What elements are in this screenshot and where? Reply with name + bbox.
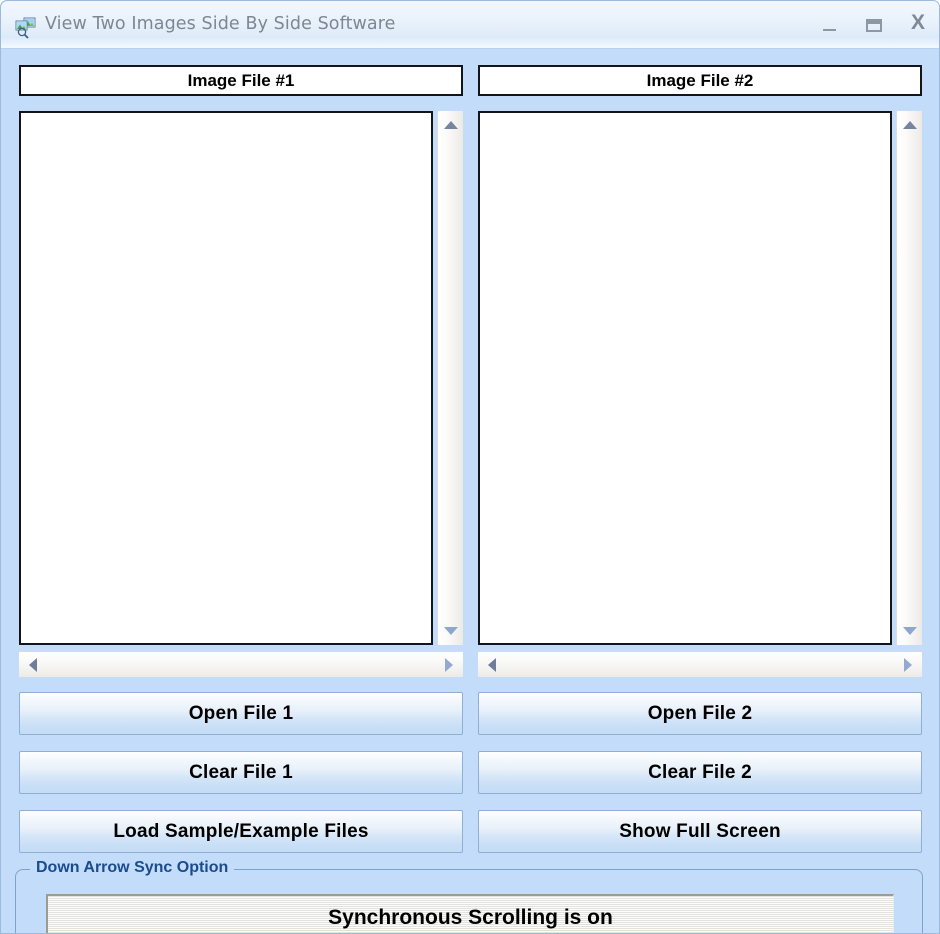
- image-file-1-header: Image File #1: [19, 65, 463, 96]
- image-panel-2: [478, 111, 922, 677]
- load-sample-files-button[interactable]: Load Sample/Example Files: [19, 810, 463, 853]
- image-view-1[interactable]: [19, 111, 433, 645]
- image-file-2-header: Image File #2: [478, 65, 922, 96]
- minimize-icon[interactable]: [819, 15, 841, 37]
- horizontal-scrollbar-2[interactable]: [478, 651, 922, 677]
- horizontal-scrollbar-1[interactable]: [19, 651, 463, 677]
- scroll-right-arrow-icon-1[interactable]: [445, 658, 453, 672]
- down-arrow-sync-option-group: Down Arrow Sync Option Synchronous Scrol…: [15, 859, 923, 933]
- scroll-right-arrow-icon-2[interactable]: [904, 658, 912, 672]
- sync-scrolling-dropdown[interactable]: Synchronous Scrolling is on: [46, 894, 894, 933]
- image-panel-1: [19, 111, 463, 677]
- close-icon[interactable]: X: [907, 11, 929, 37]
- vertical-scrollbar-2[interactable]: [896, 111, 922, 645]
- scroll-up-arrow-icon-1[interactable]: [444, 121, 458, 129]
- image-view-2[interactable]: [478, 111, 892, 645]
- window-content: Image File #1 Image File #2 Open File 1 …: [1, 49, 939, 933]
- scroll-down-arrow-icon-2[interactable]: [903, 627, 917, 635]
- window-controls: X: [819, 11, 929, 37]
- scroll-left-arrow-icon-1[interactable]: [29, 658, 37, 672]
- scroll-down-arrow-icon-1[interactable]: [444, 627, 458, 635]
- scroll-up-arrow-icon-2[interactable]: [903, 121, 917, 129]
- clear-file-2-button[interactable]: Clear File 2: [478, 751, 922, 794]
- show-full-screen-button[interactable]: Show Full Screen: [478, 810, 922, 853]
- maximize-icon[interactable]: [863, 15, 885, 37]
- open-file-1-button[interactable]: Open File 1: [19, 692, 463, 735]
- sync-group-legend: Down Arrow Sync Option: [30, 859, 235, 877]
- two-images-magnifier-icon: [15, 17, 37, 39]
- window-title: View Two Images Side By Side Software: [45, 14, 396, 34]
- vertical-scrollbar-1[interactable]: [437, 111, 463, 645]
- open-file-2-button[interactable]: Open File 2: [478, 692, 922, 735]
- title-bar: View Two Images Side By Side Software X: [1, 1, 939, 49]
- scroll-left-arrow-icon-2[interactable]: [488, 658, 496, 672]
- application-window: View Two Images Side By Side Software X …: [0, 0, 940, 934]
- clear-file-1-button[interactable]: Clear File 1: [19, 751, 463, 794]
